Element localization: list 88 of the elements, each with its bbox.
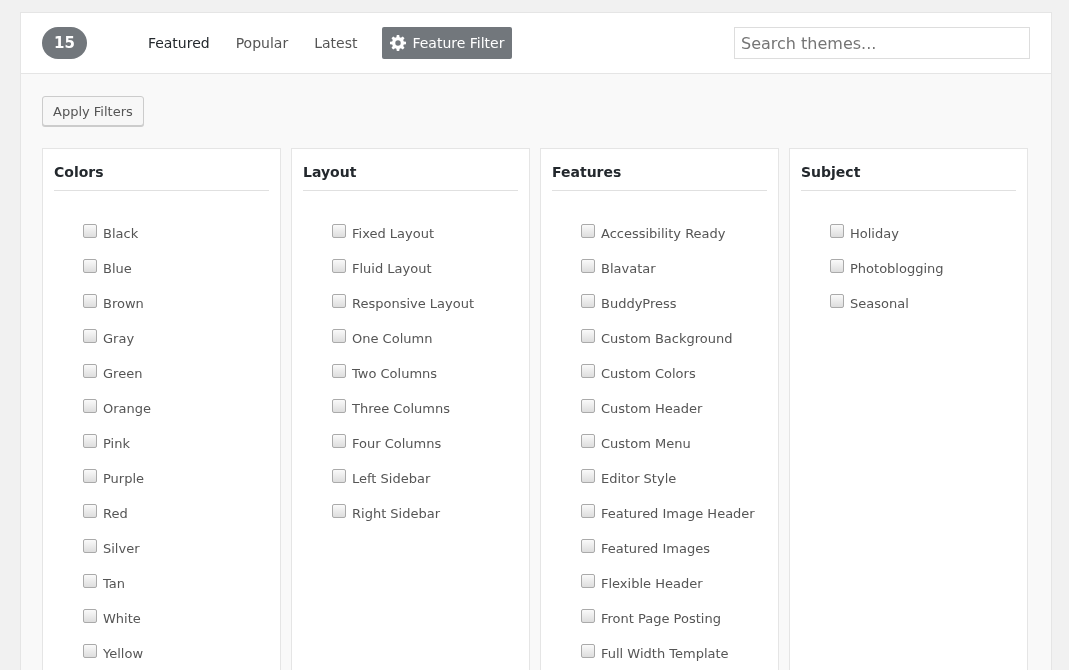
option-label: Blue — [103, 261, 132, 276]
checkbox[interactable] — [581, 538, 595, 553]
option-label: Left Sidebar — [352, 471, 431, 486]
group-title: Layout — [303, 163, 358, 181]
feature-filter-button[interactable]: Feature Filter — [382, 27, 513, 59]
checkbox[interactable] — [83, 398, 97, 413]
filter-tab[interactable]: Popular — [235, 35, 289, 51]
checkbox[interactable] — [581, 398, 595, 413]
option-label: Red — [103, 506, 128, 521]
checkbox[interactable] — [581, 328, 595, 343]
checkbox[interactable] — [83, 468, 97, 483]
option-label: Gray — [103, 331, 135, 346]
option-label: Right Sidebar — [352, 506, 441, 521]
checkbox[interactable] — [83, 363, 97, 378]
group-title: Features — [552, 163, 623, 181]
option-label: Front Page Posting — [601, 611, 721, 626]
checkbox[interactable] — [332, 398, 346, 413]
group-title: Colors — [54, 163, 105, 181]
checkbox[interactable] — [83, 538, 97, 553]
checkbox[interactable] — [581, 363, 595, 378]
option-label: Accessibility Ready — [601, 226, 726, 241]
option-label: Photoblogging — [850, 261, 944, 276]
filter-tab[interactable]: Latest — [314, 35, 358, 51]
checkbox[interactable] — [830, 293, 844, 308]
checkbox[interactable] — [332, 258, 346, 273]
option-label: BuddyPress — [601, 296, 677, 311]
checkbox[interactable] — [332, 468, 346, 483]
option-label: One Column — [352, 331, 433, 346]
option-label: Blavatar — [601, 261, 656, 276]
gear-icon — [390, 35, 407, 51]
option-label: Silver — [103, 541, 140, 556]
option-label: Tan — [103, 576, 125, 591]
checkbox[interactable] — [581, 503, 595, 518]
option-label: Featured Images — [601, 541, 710, 556]
option-label: Fixed Layout — [352, 226, 434, 241]
option-label: Fluid Layout — [352, 261, 432, 276]
option-label: Three Columns — [352, 401, 450, 416]
option-label: Custom Menu — [601, 436, 691, 451]
filter-tab[interactable]: Featured — [147, 35, 210, 51]
option-label: Two Columns — [352, 366, 438, 381]
group-title: Subject — [801, 163, 862, 181]
checkbox[interactable] — [332, 363, 346, 378]
checkbox[interactable] — [332, 503, 346, 518]
option-label: Custom Background — [601, 331, 733, 346]
option-label: Custom Colors — [601, 366, 696, 381]
option-label: Four Columns — [352, 436, 442, 451]
checkbox[interactable] — [83, 223, 97, 238]
checkbox[interactable] — [332, 223, 346, 238]
checkbox[interactable] — [581, 258, 595, 273]
checkbox[interactable] — [83, 573, 97, 588]
option-label: Flexible Header — [601, 576, 703, 591]
option-label: Editor Style — [601, 471, 677, 486]
checkbox[interactable] — [581, 573, 595, 588]
checkbox[interactable] — [332, 293, 346, 308]
option-label: Pink — [103, 436, 130, 451]
checkbox[interactable] — [332, 433, 346, 448]
option-label: Custom Header — [601, 401, 703, 416]
checkbox[interactable] — [581, 223, 595, 238]
apply-filters-button[interactable]: Apply Filters — [42, 96, 144, 126]
option-label: Green — [103, 366, 143, 381]
option-label: Orange — [103, 401, 152, 416]
checkbox[interactable] — [830, 258, 844, 273]
option-label: Responsive Layout — [352, 296, 475, 311]
checkbox[interactable] — [581, 643, 595, 658]
checkbox[interactable] — [83, 258, 97, 273]
checkbox[interactable] — [83, 503, 97, 518]
checkbox[interactable] — [83, 328, 97, 343]
search-field[interactable]: Search themes... — [734, 27, 1030, 59]
checkbox[interactable] — [581, 468, 595, 483]
option-label: Full Width Template — [601, 646, 729, 661]
checkbox[interactable] — [830, 223, 844, 238]
option-label: Seasonal — [850, 296, 909, 311]
checkbox[interactable] — [83, 433, 97, 448]
checkbox[interactable] — [83, 643, 97, 658]
option-label: Holiday — [850, 226, 899, 241]
option-label: Featured Image Header — [601, 506, 755, 521]
checkbox[interactable] — [83, 608, 97, 623]
option-label: Yellow — [103, 646, 144, 661]
checkbox[interactable] — [581, 608, 595, 623]
checkbox[interactable] — [332, 328, 346, 343]
option-label: Brown — [103, 296, 144, 311]
option-label: Black — [103, 226, 139, 241]
option-label: Purple — [103, 471, 145, 486]
option-label: White — [103, 611, 141, 626]
checkbox[interactable] — [83, 293, 97, 308]
checkbox[interactable] — [581, 293, 595, 308]
checkbox[interactable] — [581, 433, 595, 448]
theme-count-badge: 15 — [42, 27, 87, 59]
